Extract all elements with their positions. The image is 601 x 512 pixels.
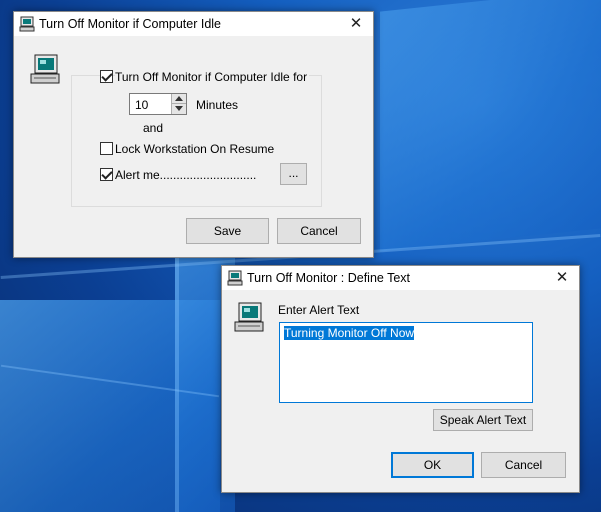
wallpaper-pane: [380, 0, 601, 252]
spinner-down-button[interactable]: [171, 104, 186, 114]
main-window-close-button[interactable]: ✕: [339, 12, 373, 36]
spinner-up-button[interactable]: [171, 94, 186, 104]
arrow-up-icon: [175, 96, 183, 101]
save-button[interactable]: Save: [186, 218, 269, 244]
arrow-down-icon: [175, 106, 183, 111]
minutes-input[interactable]: 10: [135, 98, 148, 112]
computer-monitor-icon: [234, 302, 264, 332]
alert-text-area[interactable]: Turning Monitor Off Now: [279, 322, 533, 403]
cancel-button[interactable]: Cancel: [277, 218, 361, 244]
minutes-spinner[interactable]: 10: [129, 93, 187, 115]
main-window-title: Turn Off Monitor if Computer Idle: [39, 17, 222, 31]
minutes-label: Minutes: [196, 98, 239, 112]
main-window-titlebar[interactable]: Turn Off Monitor if Computer Idle ✕: [14, 12, 373, 36]
cancel-button[interactable]: Cancel: [481, 452, 566, 478]
alert-me-label: Alert me.............................: [115, 168, 257, 182]
define-text-window: Turn Off Monitor : Define Text ✕ Enter A…: [221, 265, 580, 493]
computer-monitor-icon: [30, 54, 60, 84]
enter-alert-text-label: Enter Alert Text: [278, 303, 360, 317]
computer-monitor-icon: [19, 16, 35, 32]
define-window-titlebar[interactable]: Turn Off Monitor : Define Text ✕: [222, 266, 579, 290]
define-window-close-button[interactable]: ✕: [545, 266, 579, 290]
speak-alert-text-button[interactable]: Speak Alert Text: [433, 409, 533, 431]
alert-text-selection: Turning Monitor Off Now: [284, 326, 415, 340]
idle-options-group: [71, 75, 322, 207]
computer-monitor-icon: [227, 270, 243, 286]
lock-workstation-label: Lock Workstation On Resume: [115, 142, 275, 156]
and-label: and: [143, 121, 164, 135]
turn-off-label: Turn Off Monitor if Computer Idle for: [115, 70, 310, 84]
turn-off-checkbox[interactable]: [100, 70, 113, 83]
define-window-title: Turn Off Monitor : Define Text: [247, 271, 411, 285]
wallpaper-beam: [175, 240, 179, 512]
define-alert-button[interactable]: ...: [280, 163, 307, 185]
alert-me-checkbox[interactable]: [100, 168, 113, 181]
main-settings-window: Turn Off Monitor if Computer Idle ✕ Turn…: [13, 11, 374, 258]
ok-button[interactable]: OK: [391, 452, 474, 478]
lock-workstation-checkbox[interactable]: [100, 142, 113, 155]
